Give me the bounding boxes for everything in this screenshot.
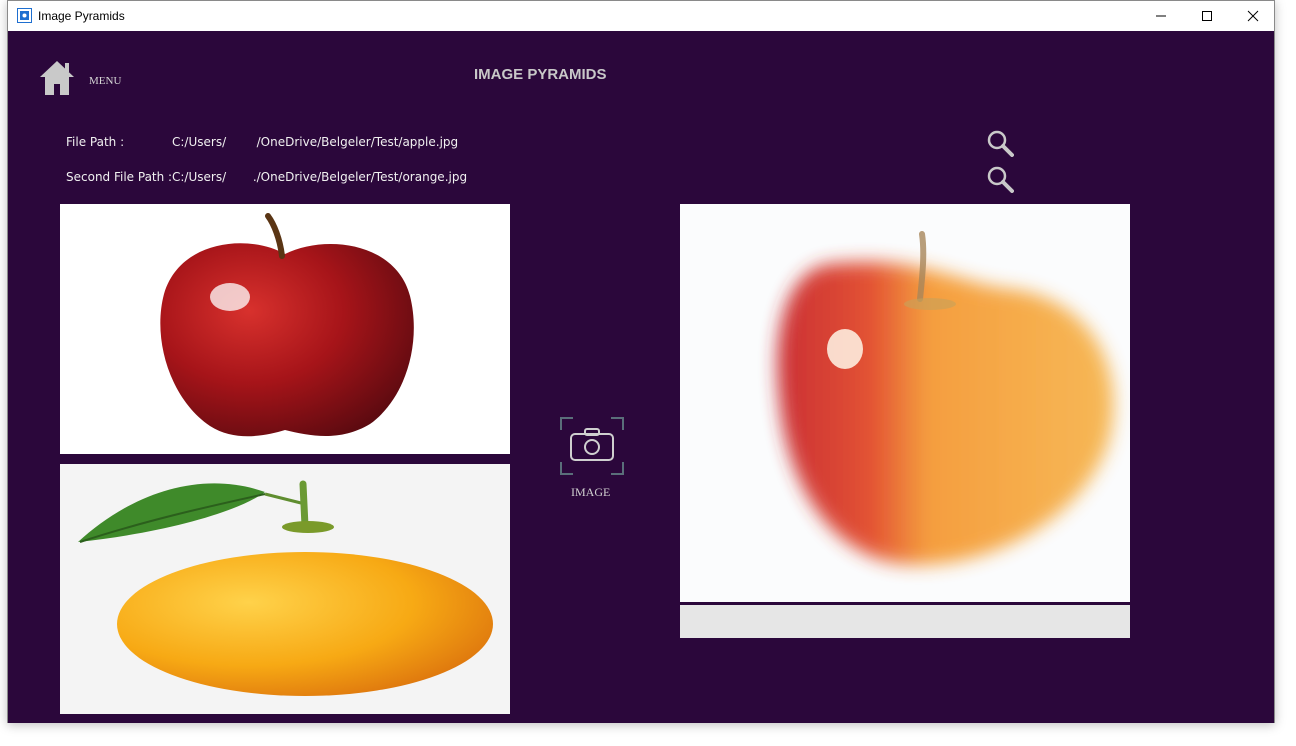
result-image-box xyxy=(680,204,1130,602)
minimize-button[interactable] xyxy=(1138,1,1184,31)
search-icon[interactable] xyxy=(986,129,1014,157)
capture-label[interactable]: IMAGE xyxy=(571,485,610,500)
second-file-path-label: Second File Path : xyxy=(66,170,173,184)
menu-label[interactable]: MENU xyxy=(89,75,121,87)
second-file-path-value: C:/Users/ ./OneDrive/Belgeler/Test/orang… xyxy=(172,170,468,184)
minimize-icon xyxy=(1156,15,1166,17)
apple-image xyxy=(60,204,510,454)
page-title: IMAGE PYRAMIDS xyxy=(474,66,607,83)
close-icon xyxy=(1247,10,1259,22)
progress-bar xyxy=(680,605,1130,638)
window-title: Image Pyramids xyxy=(38,9,125,23)
file-path-label: File Path : xyxy=(66,135,125,149)
main-panel: MENU IMAGE PYRAMIDS File Path : C:/Users… xyxy=(8,31,1274,723)
app-icon xyxy=(17,8,32,23)
title-bar[interactable]: Image Pyramids xyxy=(8,1,1274,31)
maximize-button[interactable] xyxy=(1184,1,1230,31)
blended-image xyxy=(680,204,1130,602)
file-path-value: C:/Users/ /OneDrive/Belgeler/Test/apple.… xyxy=(172,135,459,149)
close-button[interactable] xyxy=(1230,1,1276,31)
search-icon[interactable] xyxy=(986,165,1014,193)
home-icon[interactable] xyxy=(38,59,76,97)
first-image-box xyxy=(60,204,510,454)
orange-image xyxy=(60,464,510,714)
camera-icon[interactable] xyxy=(559,416,625,476)
maximize-icon xyxy=(1202,11,1212,21)
second-image-box xyxy=(60,464,510,714)
app-window: Image Pyramids MENU IMAGE PYRAMIDS File … xyxy=(7,0,1275,723)
